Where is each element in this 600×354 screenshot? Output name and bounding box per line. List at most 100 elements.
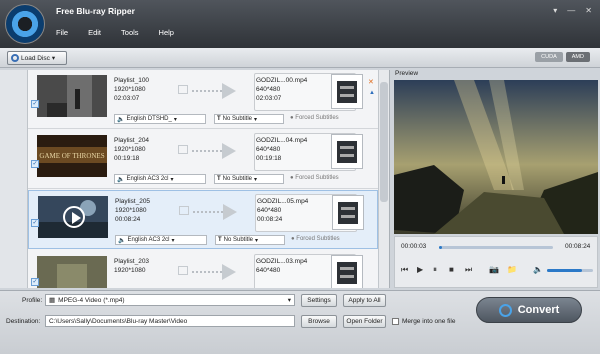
play-overlay-icon[interactable] xyxy=(63,206,85,228)
play-icon[interactable]: ▶ xyxy=(417,265,423,274)
forced-subtitles-checkbox[interactable]: ● Forced Subtitles xyxy=(290,115,339,121)
video-thumbnail[interactable] xyxy=(38,196,108,238)
amd-badge[interactable]: AMD xyxy=(565,52,590,62)
convert-arrow-icon xyxy=(178,78,253,106)
app-logo-icon xyxy=(5,4,45,44)
previous-icon[interactable]: ⏮ xyxy=(401,265,408,275)
source-name: Playlist_100 xyxy=(114,77,150,84)
video-thumbnail[interactable] xyxy=(37,75,107,117)
file-list: Playlist_100 1920*1080 02:03:07 GODZIL..… xyxy=(28,70,390,288)
audio-track-value: English AC3 2cl xyxy=(126,176,169,182)
pause-icon[interactable]: ⏸ xyxy=(433,265,437,275)
settings-button[interactable]: Settings xyxy=(301,294,337,307)
menu-tools[interactable]: Tools xyxy=(121,28,139,37)
subtitle-icon: T xyxy=(217,116,221,122)
list-scrollbar[interactable] xyxy=(378,70,389,288)
output-info: GODZIL...00.mp4 640*480 02:03:07 xyxy=(256,76,307,103)
cuda-badge[interactable]: CUDA xyxy=(535,52,563,62)
volume-slider[interactable] xyxy=(547,269,593,272)
source-name: Playlist_205 xyxy=(115,198,151,205)
output-info: GODZIL...03.mp4 640*480 xyxy=(256,257,307,275)
toolbar: Load Disc ▾ CUDA AMD xyxy=(0,48,600,68)
open-folder-button[interactable]: Open Folder xyxy=(343,315,386,328)
source-info: Playlist_204 1920*1080 00:19:18 xyxy=(114,136,149,163)
output-info: GODZIL...05.mp4 640*480 00:08:24 xyxy=(257,197,308,224)
volume-icon[interactable]: 🔈 xyxy=(533,265,543,274)
audio-track-select[interactable]: 🔈 English AC3 2cl ▾ xyxy=(115,235,207,245)
menu-file[interactable]: File xyxy=(56,28,68,37)
audio-track-select[interactable]: 🔈 English DTSHD_ ▾ xyxy=(114,114,206,124)
audio-track-select[interactable]: 🔈 English AC3 2cl ▾ xyxy=(114,174,206,184)
merge-checkbox[interactable]: Merge into one file xyxy=(392,318,455,325)
forced-subtitles-checkbox[interactable]: ● Forced Subtitles xyxy=(290,175,339,181)
source-info: Playlist_203 1920*1080 xyxy=(114,257,149,275)
preview-label: Preview xyxy=(395,70,419,77)
current-time: 00:00:03 xyxy=(401,243,427,250)
menu-help[interactable]: Help xyxy=(159,28,174,37)
list-item[interactable]: Playlist_100 1920*1080 02:03:07 GODZIL..… xyxy=(28,70,378,129)
menu-edit[interactable]: Edit xyxy=(88,28,101,37)
stop-icon[interactable]: ■ xyxy=(449,265,454,274)
next-icon[interactable]: ⏭ xyxy=(465,265,472,275)
merge-label: Merge into one file xyxy=(402,318,456,325)
source-name: Playlist_204 xyxy=(114,137,150,144)
row-checkbox[interactable]: ✓ xyxy=(31,160,39,168)
forced-subtitles-checkbox[interactable]: ● Forced Subtitles xyxy=(291,236,340,242)
preview-video[interactable] xyxy=(394,80,598,234)
format-film-icon[interactable] xyxy=(331,134,363,169)
list-item[interactable]: Playlist_203 1920*1080 GODZIL...03.mp4 6… xyxy=(28,251,378,288)
chevron-down-icon: ▾ xyxy=(255,237,259,244)
menu-bar: File Edit Tools Help xyxy=(56,28,174,37)
chevron-down-icon: ▾ xyxy=(254,176,258,183)
chevron-down-icon: ▾ xyxy=(254,116,258,123)
subtitle-select[interactable]: T No Subtitle ▾ xyxy=(215,235,285,245)
output-resolution: 640*480 xyxy=(256,267,281,274)
output-resolution: 640*480 xyxy=(256,146,281,153)
list-item[interactable]: GAME OF THRONES Playlist_204 1920*1080 0… xyxy=(28,130,378,189)
load-disc-button[interactable]: Load Disc ▾ xyxy=(7,51,67,65)
chevron-down-icon[interactable]: ▾ xyxy=(52,54,55,62)
source-duration: 02:03:07 xyxy=(114,95,140,102)
video-thumbnail[interactable] xyxy=(37,256,107,288)
dropdown-menu-icon[interactable]: ▾ xyxy=(553,6,557,15)
video-thumbnail[interactable]: GAME OF THRONES xyxy=(37,135,107,177)
remove-icon[interactable]: ✕ xyxy=(368,78,374,86)
close-icon[interactable]: ✕ xyxy=(585,6,592,15)
chevron-down-icon: ▾ xyxy=(173,116,177,123)
snapshot-icon[interactable]: 📷 xyxy=(489,265,499,274)
output-resolution: 640*480 xyxy=(257,207,282,214)
output-duration: 00:08:24 xyxy=(257,216,283,223)
profile-select[interactable]: ▦ MPEG-4 Video (*.mp4) ▾ xyxy=(45,294,295,306)
subtitle-select[interactable]: T No Subtitle ▾ xyxy=(214,174,284,184)
format-film-icon[interactable] xyxy=(332,195,364,230)
seek-bar[interactable] xyxy=(439,246,553,249)
subtitle-select[interactable]: T No Subtitle ▾ xyxy=(214,114,284,124)
output-duration: 02:03:07 xyxy=(256,95,282,102)
subtitle-value: No Subtitle xyxy=(222,176,253,182)
format-film-icon[interactable] xyxy=(331,74,363,109)
row-checkbox[interactable]: ✓ xyxy=(31,100,39,108)
output-name: GODZIL...03.mp4 xyxy=(256,258,308,265)
list-item-selected[interactable]: Playlist_205 1920*1080 00:08:24 GODZIL..… xyxy=(28,190,378,249)
format-film-icon[interactable] xyxy=(331,255,363,288)
convert-icon xyxy=(498,303,512,317)
convert-button[interactable]: Convert xyxy=(476,297,582,323)
scrollbar-thumb[interactable] xyxy=(380,82,388,202)
browse-button[interactable]: Browse xyxy=(301,315,337,328)
row-checkbox[interactable]: ✓ xyxy=(31,219,39,227)
load-disc-label: Load Disc xyxy=(21,54,50,62)
checkbox-box[interactable] xyxy=(392,318,399,325)
source-resolution: 1920*1080 xyxy=(114,146,146,153)
subtitle-icon: T xyxy=(218,237,222,243)
audio-track-value: English AC3 2cl xyxy=(127,237,170,243)
minimize-icon[interactable]: — xyxy=(567,6,575,15)
move-up-icon[interactable]: ▲ xyxy=(369,90,375,96)
svg-text:GAME OF THRONES: GAME OF THRONES xyxy=(39,152,104,160)
output-name: GODZIL...05.mp4 xyxy=(257,198,309,205)
list-gutter xyxy=(0,70,28,288)
source-resolution: 1920*1080 xyxy=(114,86,146,93)
destination-field[interactable]: C:\Users\Sally\Documents\Blu-ray Master\… xyxy=(45,315,295,327)
row-checkbox[interactable]: ✓ xyxy=(31,278,39,286)
folder-icon[interactable]: 📁 xyxy=(507,265,517,274)
apply-to-all-button[interactable]: Apply to All xyxy=(343,294,386,307)
